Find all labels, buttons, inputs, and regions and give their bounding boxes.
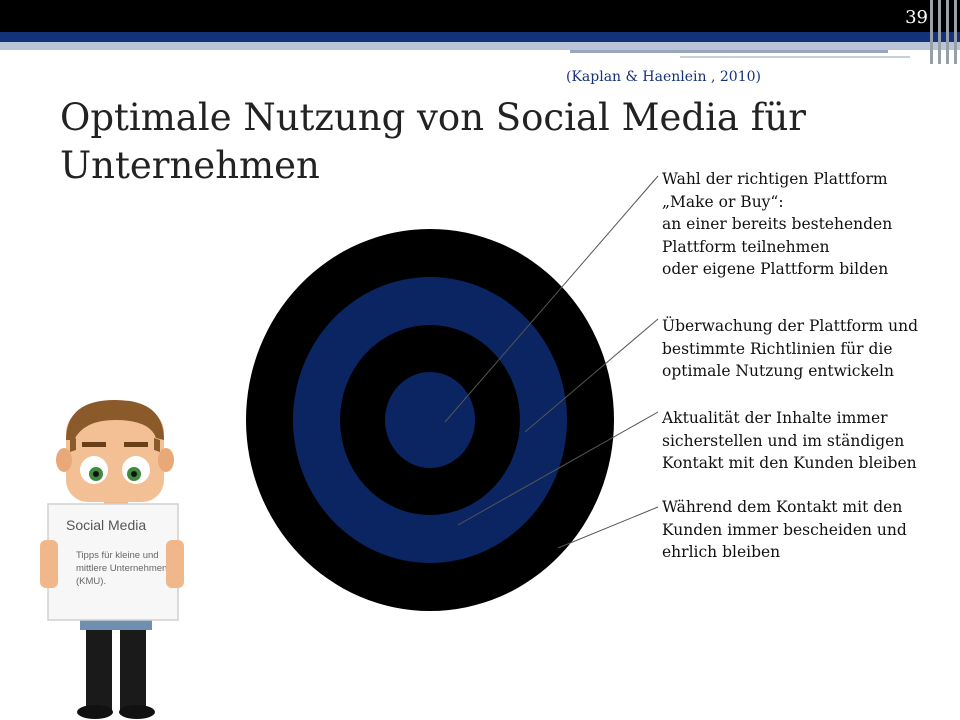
sign-subtitle-line: mittlere Unternehmen bbox=[76, 563, 167, 574]
callout-line: „Make or Buy“: bbox=[662, 192, 784, 211]
sign-subtitle-line: Tipps für kleine und bbox=[76, 550, 159, 561]
leader-line-3 bbox=[457, 411, 659, 526]
leader-line-2 bbox=[524, 318, 659, 433]
callout-line: Kontakt mit den Kunden bleiben bbox=[662, 454, 917, 472]
callout-line: an einer bereits bestehenden bbox=[662, 215, 893, 233]
callout-line: bestimmte Richtlinien für die bbox=[662, 339, 893, 358]
callout-line: optimale Nutzung entwickeln bbox=[662, 362, 894, 380]
callout-line: Während dem Kontakt mit den bbox=[662, 498, 903, 516]
callout-content-actuality: Aktualität der Inhalte immer sicherstell… bbox=[662, 407, 917, 475]
callout-line: Wahl der richtigen Plattform bbox=[662, 170, 888, 188]
sign-title: Social Media bbox=[66, 517, 146, 533]
callout-line: Kunden immer bescheiden und bbox=[662, 520, 907, 539]
person-illustration: Social Media Tipps für kleine und mittle… bbox=[40, 400, 184, 719]
sign-subtitle-line: (KMU). bbox=[76, 576, 106, 587]
leader-line-1 bbox=[444, 175, 659, 423]
callout-modesty: Während dem Kontakt mit den Kunden immer… bbox=[662, 496, 907, 564]
callout-line: Aktualität der Inhalte immer bbox=[662, 409, 888, 427]
callout-line: oder eigene Plattform bilden bbox=[662, 260, 889, 278]
leader-line-4 bbox=[557, 506, 659, 549]
callout-line: sicherstellen und im ständigen bbox=[662, 431, 905, 450]
callout-line: Überwachung der Plattform und bbox=[662, 317, 919, 335]
callout-monitoring: Überwachung der Plattform und bestimmte … bbox=[662, 315, 918, 383]
callout-platform-choice: Wahl der richtigen Plattform „Make or Bu… bbox=[662, 168, 892, 281]
callout-line: ehrlich bleiben bbox=[662, 543, 781, 561]
callout-line: Plattform teilnehmen bbox=[662, 237, 830, 256]
